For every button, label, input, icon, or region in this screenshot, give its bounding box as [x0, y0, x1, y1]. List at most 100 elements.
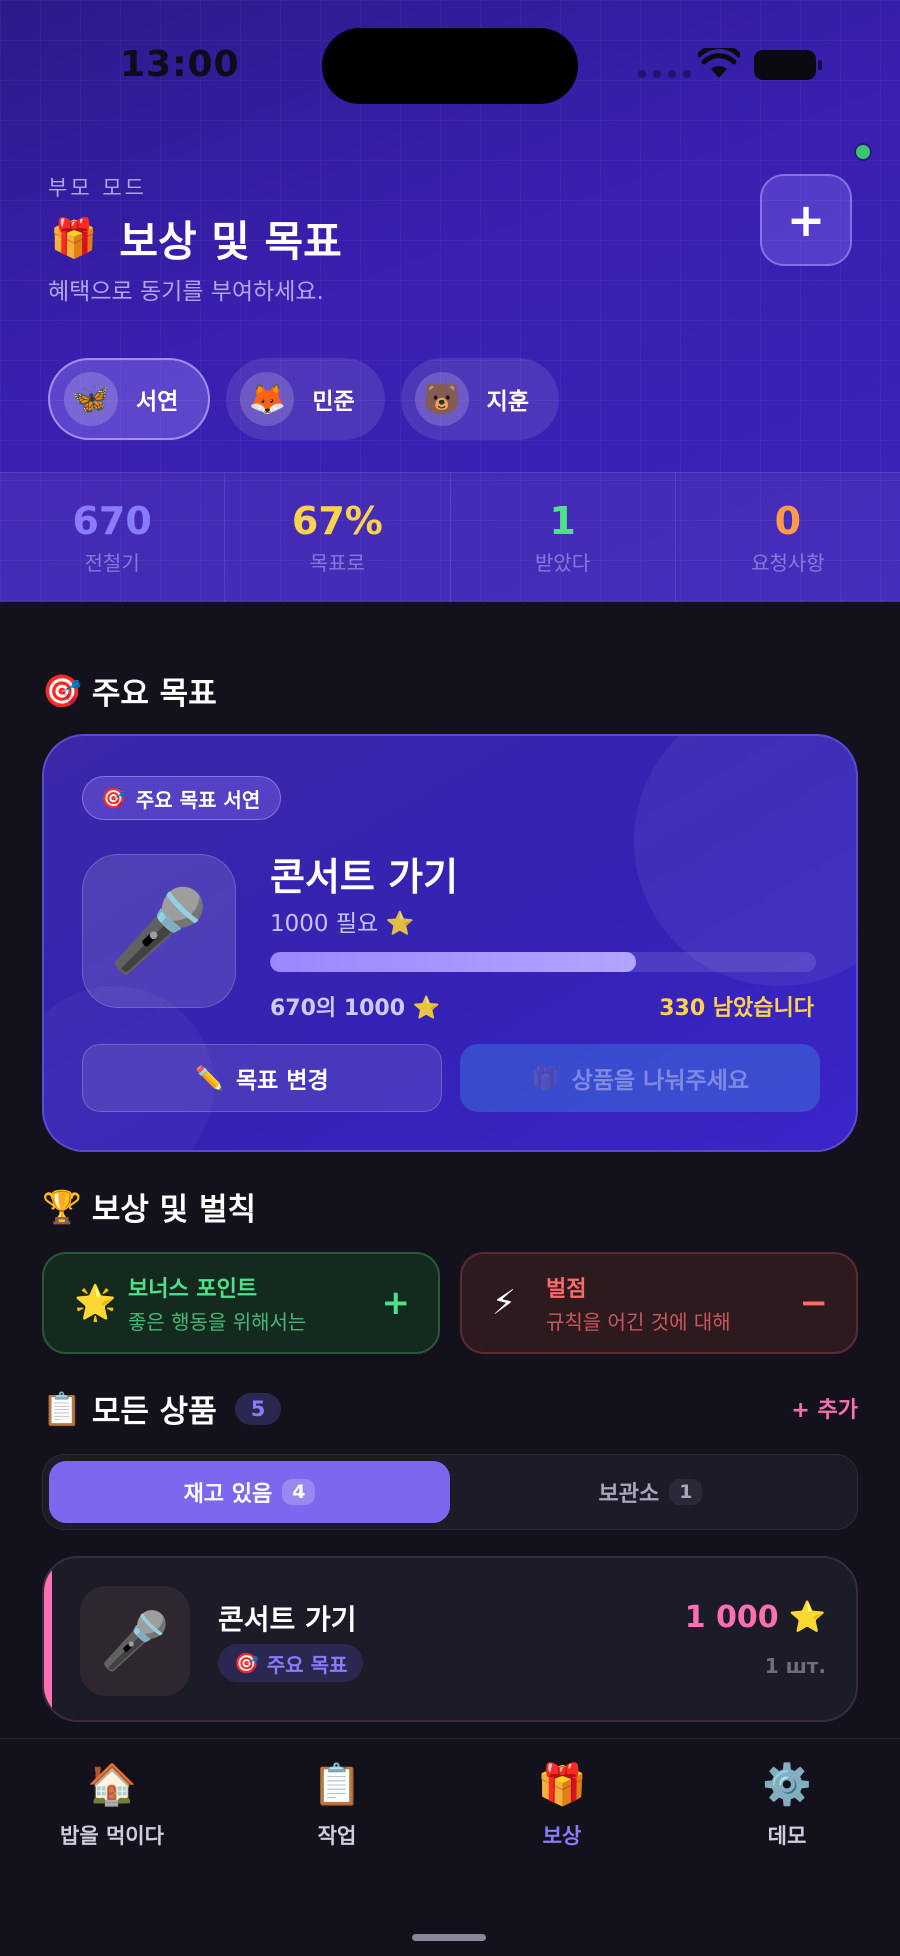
stat-value: 0	[774, 499, 802, 543]
stat-label: 요청사항	[751, 551, 825, 575]
bonus-points-card[interactable]: 🌟 보너스 포인트 좋은 행동을 위해서는 +	[42, 1252, 440, 1354]
section-title: 모든 상품	[91, 1394, 217, 1430]
child-name: 서연	[136, 389, 179, 415]
penalty-card[interactable]: ⚡ 벌점 규칙을 어긴 것에 대해 −	[460, 1252, 858, 1354]
signal-icon	[638, 70, 691, 78]
stat-label: 전철기	[84, 551, 140, 575]
goal-progress-fill	[270, 952, 636, 972]
main-goal-heading: 🎯 주요 목표	[42, 668, 217, 713]
lightning-icon: ⚡	[492, 1283, 516, 1323]
stat-label: 받았다	[535, 551, 591, 575]
stat-balance: 670 전철기	[0, 473, 226, 602]
dynamic-island	[322, 28, 578, 104]
target-icon: 🎯	[101, 786, 126, 810]
product-list-item[interactable]: 🎤 콘서트 가기 🎯 주요 목표 1 000 ⭐ 1 шт.	[42, 1556, 858, 1722]
goal-progress-bar	[270, 952, 816, 972]
add-product-link[interactable]: + 추가	[791, 1392, 858, 1424]
section-title: 보상 및 벌칙	[91, 1192, 257, 1228]
stat-value: 67%	[291, 499, 383, 543]
bottom-tab-bar: 🏠 밥을 먹이다 📋 작업 🎁 보상 ⚙️ 데모	[0, 1738, 900, 1956]
pencil-icon: ✏️	[195, 1065, 224, 1092]
star-icon: ⭐	[788, 1600, 826, 1635]
product-name: 콘서트 가기	[218, 1603, 357, 1636]
goal-remaining-text: 330 남았습니다	[659, 996, 814, 1021]
wifi-icon	[698, 48, 740, 78]
card-desc: 좋은 행동을 위해서는	[128, 1310, 307, 1334]
tab-home[interactable]: 🏠 밥을 먹이다	[32, 1761, 192, 1850]
tab-in-stock[interactable]: 재고 있음 4	[49, 1461, 450, 1523]
gift-icon: 🎁	[531, 1065, 560, 1092]
target-icon: 🎯	[42, 671, 82, 710]
stats-bar: 670 전철기 67% 목표로 1 받았다 0 요청사항	[0, 472, 900, 602]
main-goal-tag: 🎯 주요 목표	[218, 1644, 364, 1682]
tab-tasks[interactable]: 📋 작업	[257, 1761, 417, 1850]
child-name: 민준	[312, 389, 355, 415]
decor-circle	[634, 736, 856, 986]
fox-icon: 🦊	[240, 372, 295, 426]
child-selector: 🦋 서연 🦊 민준 🐻 지훈	[48, 358, 559, 440]
gift-icon: 🎁	[50, 216, 98, 260]
accent-stripe	[44, 1558, 52, 1720]
clipboard-icon: 📋	[42, 1389, 82, 1428]
add-button[interactable]: +	[760, 174, 852, 266]
tab-label: 재고 있음	[183, 1482, 273, 1507]
tab-label: 보상	[542, 1824, 582, 1848]
child-chip-jihun[interactable]: 🐻 지훈	[400, 358, 559, 440]
home-indicator[interactable]	[412, 1934, 486, 1941]
tag-label: 주요 목표	[266, 1652, 348, 1677]
give-prize-button[interactable]: 🎁 상품을 나눠주세요	[460, 1044, 820, 1112]
mode-label: 부모 모드	[48, 176, 147, 200]
bear-icon: 🐻	[414, 372, 469, 426]
stat-label: 목표로	[309, 551, 365, 575]
page-title: 보상 및 목표	[119, 217, 342, 266]
goal-name: 콘서트 가기	[270, 855, 459, 899]
card-title: 벌점	[546, 1277, 587, 1302]
products-count-badge: 5	[234, 1392, 282, 1425]
price-value: 1 000	[684, 1600, 779, 1635]
trophy-icon: 🏆	[42, 1187, 82, 1226]
button-label: 상품을 나눠주세요	[571, 1068, 749, 1094]
stat-value: 670	[72, 499, 152, 543]
card-desc: 규칙을 어긴 것에 대해	[546, 1310, 731, 1334]
page-title-row: 🎁 보상 및 목표	[50, 208, 342, 269]
main-goal-badge: 🎯 주요 목표 서연	[82, 776, 282, 820]
rewards-penalties-heading: 🏆 보상 및 벌칙	[42, 1184, 256, 1229]
change-goal-button[interactable]: ✏️ 목표 변경	[82, 1044, 442, 1112]
tab-label: 작업	[317, 1824, 357, 1848]
tab-label: 보관소	[598, 1482, 660, 1507]
gift-icon: 🎁	[537, 1762, 587, 1808]
tab-label: 밥을 먹이다	[60, 1824, 164, 1848]
badge-text: 주요 목표 서연	[135, 787, 261, 812]
child-name: 지훈	[486, 389, 529, 415]
product-quantity: 1 шт.	[764, 1654, 826, 1678]
star-icon: 🌟	[74, 1283, 117, 1323]
child-chip-minjun[interactable]: 🦊 민준	[226, 358, 385, 440]
product-price: 1 000 ⭐	[685, 1600, 826, 1635]
tab-rewards[interactable]: 🎁 보상	[482, 1761, 642, 1850]
battery-icon	[754, 50, 822, 80]
minus-icon: −	[799, 1283, 829, 1323]
stat-value: 1	[549, 499, 576, 543]
page-subtitle: 혜택으로 동기를 부여하세요.	[48, 279, 324, 305]
clipboard-icon: 📋	[312, 1762, 362, 1808]
child-chip-seoyeon[interactable]: 🦋 서연	[48, 358, 211, 440]
online-indicator	[854, 143, 872, 161]
tab-label: 데모	[767, 1824, 807, 1848]
goal-need: 1000 필요 ⭐	[270, 911, 415, 937]
tab-count: 4	[282, 1479, 316, 1505]
gear-icon: ⚙️	[762, 1762, 812, 1808]
stat-requests: 0 요청사항	[676, 473, 900, 602]
goal-progress-text: 670의 1000 ⭐	[270, 996, 441, 1021]
tab-archive[interactable]: 보관소 1	[450, 1461, 851, 1523]
button-label: 목표 변경	[235, 1068, 329, 1094]
target-icon: 🎯	[234, 1651, 259, 1675]
status-time: 13:00	[120, 44, 240, 85]
main-goal-card: 🎯 주요 목표 서연 🎤 콘서트 가기 1000 필요 ⭐ 670의 1000 …	[42, 734, 858, 1152]
tab-demo[interactable]: ⚙️ 데모	[707, 1761, 867, 1850]
stat-received: 1 받았다	[451, 473, 676, 602]
plus-icon: +	[381, 1283, 411, 1323]
card-title: 보너스 포인트	[128, 1277, 258, 1302]
butterfly-icon: 🦋	[64, 372, 118, 426]
tab-count: 1	[669, 1479, 703, 1505]
header: 13:00 부모 모드 🎁 보상 및 목표 혜택으로 동기를 부여하세요. + …	[0, 0, 900, 602]
